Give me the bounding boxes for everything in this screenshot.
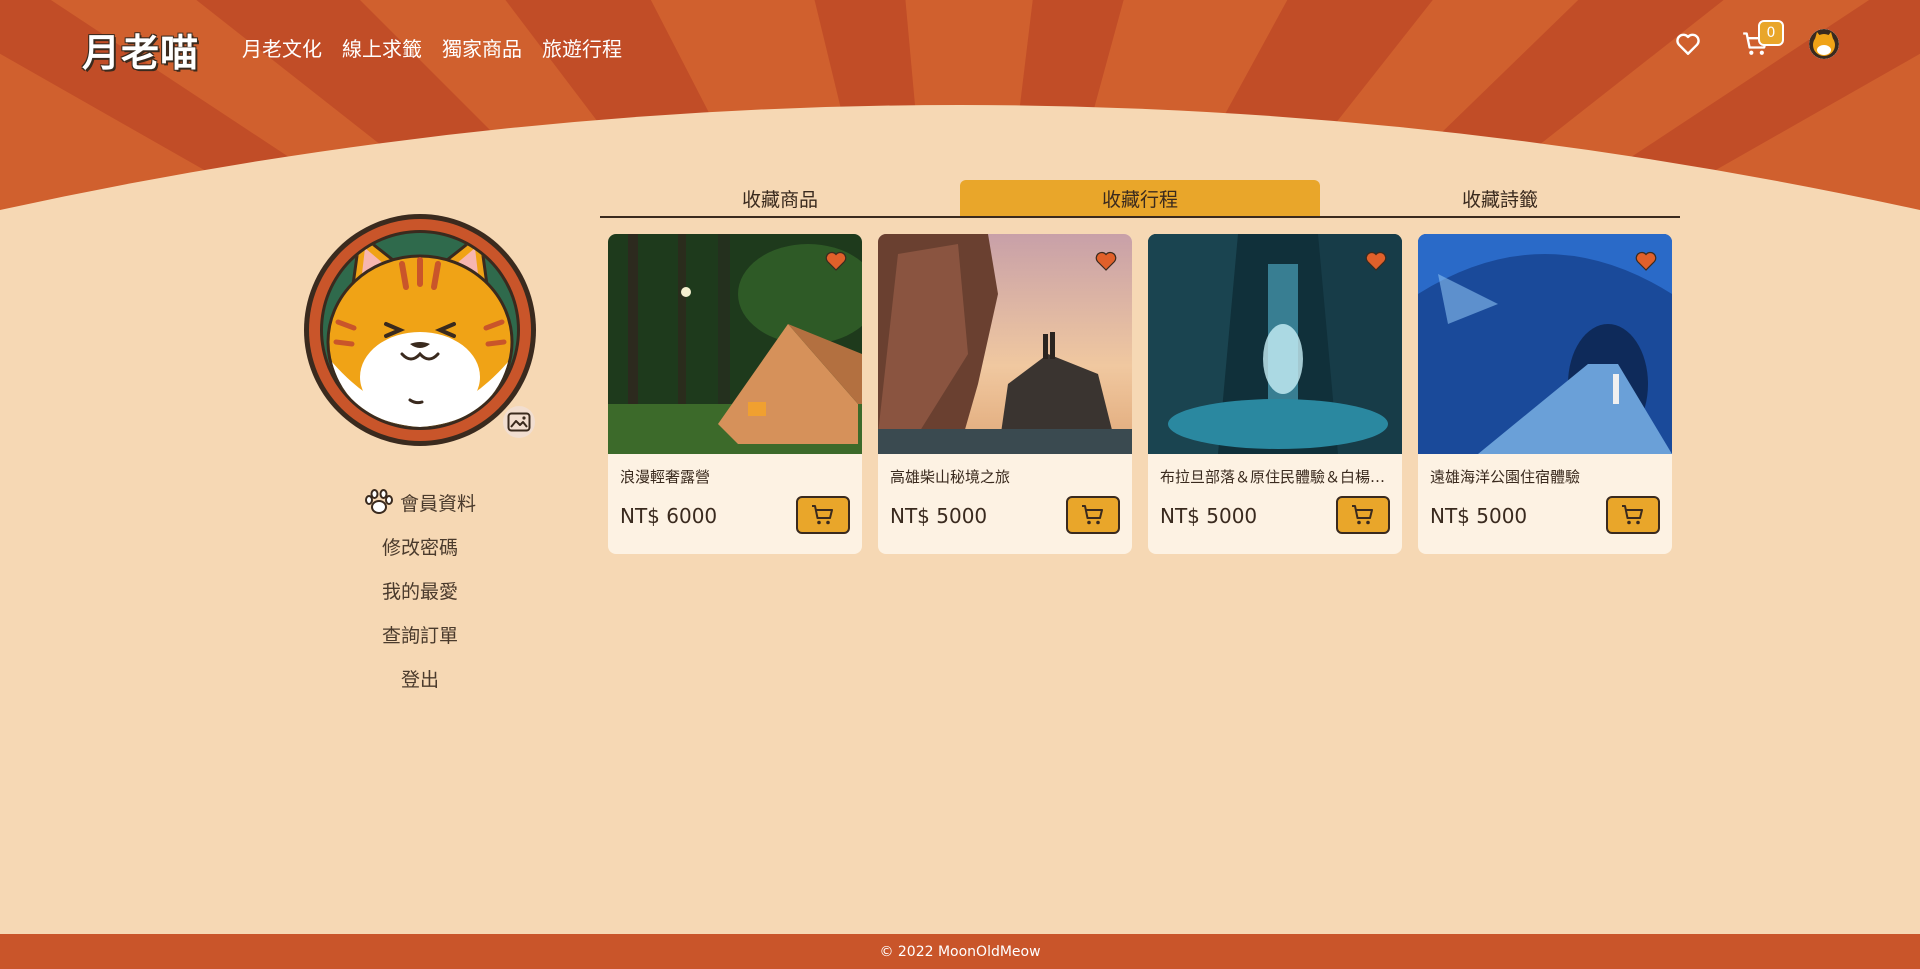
nav-icons: 0 <box>1672 20 1840 60</box>
site-logo[interactable]: 月老喵 <box>82 22 199 77</box>
trip-price: NT$ 5000 <box>890 504 988 528</box>
footer: © 2022 MoonOldMeow <box>0 934 1920 969</box>
trip-card[interactable]: 遠雄海洋公園住宿體驗 NT$ 5000 <box>1418 234 1672 554</box>
user-avatar[interactable] <box>1808 28 1840 60</box>
trip-card[interactable]: 布拉旦部落＆原住民體驗＆白楊步道 NT$ 5000 <box>1148 234 1402 554</box>
sidebar-item-change-password[interactable]: 修改密碼 <box>300 524 540 568</box>
cart-count-badge: 0 <box>1758 20 1784 46</box>
tab-saved-poems[interactable]: 收藏詩籤 <box>1320 180 1680 216</box>
sidebar-item-orders[interactable]: 查詢訂單 <box>300 612 540 656</box>
paw-icon <box>364 489 393 514</box>
heart-icon[interactable] <box>1672 28 1704 60</box>
add-to-cart-button[interactable] <box>1066 496 1120 534</box>
sidebar-item-label: 會員資料 <box>399 492 476 515</box>
trip-card[interactable]: 浪漫輕奢露營 NT$ 6000 <box>608 234 862 554</box>
image-icon <box>507 412 531 432</box>
favorite-heart-icon[interactable] <box>1634 250 1658 272</box>
member-side-menu: 會員資料 修改密碼 我的最愛 查詢訂單 登出 <box>300 480 540 700</box>
top-navbar: 月老喵 月老文化 線上求籤 獨家商品 旅遊行程 0 <box>0 0 1920 100</box>
cart-icon <box>1352 505 1373 525</box>
add-to-cart-button[interactable] <box>796 496 850 534</box>
trip-price: NT$ 6000 <box>620 504 718 528</box>
cart-icon[interactable]: 0 <box>1740 20 1784 60</box>
sidebar-item-member-info[interactable]: 會員資料 <box>300 480 540 524</box>
copyright-text: © 2022 MoonOldMeow <box>879 943 1041 960</box>
favorite-heart-icon[interactable] <box>1094 250 1118 272</box>
change-photo-button[interactable] <box>503 406 535 438</box>
main-nav: 月老文化 線上求籤 獨家商品 旅遊行程 <box>242 33 622 62</box>
trip-price: NT$ 5000 <box>1160 504 1258 528</box>
nav-online-fortune[interactable]: 線上求籤 <box>342 33 422 62</box>
tab-saved-trips[interactable]: 收藏行程 <box>960 180 1320 216</box>
trip-title: 高雄柴山秘境之旅 <box>890 468 1011 486</box>
nav-culture[interactable]: 月老文化 <box>242 33 322 62</box>
add-to-cart-button[interactable] <box>1606 496 1660 534</box>
nav-exclusive-products[interactable]: 獨家商品 <box>442 33 522 62</box>
favorite-heart-icon[interactable] <box>824 250 848 272</box>
cart-icon <box>1082 505 1103 525</box>
trip-card-list: 浪漫輕奢露營 NT$ 6000 高雄柴山秘境之旅 NT$ 5000 布拉旦部落＆… <box>608 234 1672 554</box>
favorites-tabs: 收藏商品 收藏行程 收藏詩籤 <box>600 180 1680 218</box>
trip-title: 遠雄海洋公園住宿體驗 <box>1430 468 1581 486</box>
cart-icon <box>812 505 833 525</box>
sidebar-item-favorites[interactable]: 我的最愛 <box>300 568 540 612</box>
trip-title: 浪漫輕奢露營 <box>620 468 711 486</box>
tab-saved-products[interactable]: 收藏商品 <box>600 180 960 216</box>
trip-price: NT$ 5000 <box>1430 504 1528 528</box>
trip-card[interactable]: 高雄柴山秘境之旅 NT$ 5000 <box>878 234 1132 554</box>
trip-title: 布拉旦部落＆原住民體驗＆白楊步道 <box>1160 468 1390 486</box>
cart-icon <box>1622 505 1643 525</box>
nav-travel[interactable]: 旅遊行程 <box>542 33 622 62</box>
profile-avatar <box>302 212 538 448</box>
add-to-cart-button[interactable] <box>1336 496 1390 534</box>
favorite-heart-icon[interactable] <box>1364 250 1388 272</box>
sidebar-item-logout[interactable]: 登出 <box>300 656 540 700</box>
